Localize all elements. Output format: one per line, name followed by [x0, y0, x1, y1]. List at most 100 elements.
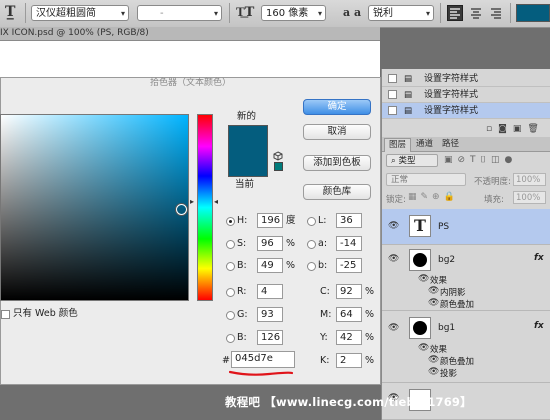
document-tab[interactable]: IX ICON.psd @ 100% (PS, RGB/8) — [0, 27, 380, 41]
eye-icon[interactable]: 👁 — [428, 298, 439, 308]
layer-filter-select[interactable]: ⌕ 类型 — [386, 154, 438, 167]
align-center-icon[interactable] — [468, 5, 484, 21]
tab-layers[interactable]: 图层 — [384, 138, 412, 152]
text-color-swatch[interactable] — [516, 4, 550, 22]
input-a[interactable]: -14 — [336, 236, 362, 251]
fx-icon[interactable]: fx — [534, 253, 544, 263]
text-layer-thumbnail-icon: T — [409, 215, 431, 237]
radio-h[interactable] — [226, 217, 235, 226]
align-right-icon[interactable] — [488, 5, 504, 21]
hue-slider-right-arrow[interactable]: ◂ — [214, 197, 218, 206]
effect-item[interactable]: 投影 — [440, 367, 457, 379]
chevron-down-icon: ▾ — [317, 9, 322, 18]
unit-b: % — [286, 260, 296, 271]
unit-h: 度 — [286, 215, 296, 226]
input-k[interactable]: 2 — [336, 353, 362, 368]
history-snapshot-checkbox[interactable] — [388, 106, 397, 115]
fx-icon[interactable]: fx — [534, 321, 544, 331]
input-blue[interactable]: 126 — [257, 330, 283, 345]
watermark: 教程吧 【www.linecg.com/tieba/1769】 — [225, 395, 472, 409]
radio-r[interactable] — [226, 288, 235, 297]
cube-icon — [273, 151, 283, 161]
history-item[interactable]: ▤ 设置字符样式 — [382, 71, 550, 87]
history-footer-icons[interactable]: ▫◙▣🗑 — [486, 124, 548, 135]
layer-filter-icons[interactable]: ▣⊘T⌷◫● — [444, 155, 544, 165]
effect-item[interactable]: 颜色叠加 — [440, 298, 474, 310]
ok-button[interactable]: 确定 — [303, 99, 371, 115]
input-h[interactable]: 196 — [257, 213, 283, 228]
input-g[interactable]: 93 — [257, 307, 283, 322]
unit-c: % — [365, 286, 375, 297]
web-only-checkbox[interactable] — [1, 310, 10, 319]
radio-s[interactable] — [226, 240, 235, 249]
eye-icon[interactable]: 👁 — [418, 274, 429, 284]
layer-row-bg1[interactable]: 👁 bg1 fx 👁 效果 👁 颜色叠加 👁 投影 — [382, 311, 550, 383]
history-item[interactable]: ▤ 设置字符样式 — [382, 87, 550, 103]
eye-icon[interactable]: 👁 — [428, 355, 439, 365]
current-color-swatch[interactable] — [229, 151, 267, 176]
hex-input[interactable]: 045d7e — [231, 351, 295, 368]
radio-a[interactable] — [307, 240, 316, 249]
font-size-select[interactable]: 160 像素 ▾ — [261, 5, 326, 21]
label-l: L: — [318, 215, 327, 226]
blend-mode-select[interactable]: 正常 — [386, 173, 466, 186]
web-safe-swatch-icon[interactable] — [274, 162, 283, 171]
lock-label: 锁定: — [386, 195, 406, 205]
tab-channels[interactable]: 通道 — [412, 138, 437, 151]
eye-icon[interactable]: 👁 — [388, 254, 399, 264]
align-left-icon[interactable] — [447, 5, 463, 21]
effect-item[interactable]: 内阴影 — [440, 286, 466, 298]
color-libraries-button[interactable]: 颜色库 — [303, 184, 371, 200]
radio-l[interactable] — [307, 217, 316, 226]
input-y[interactable]: 42 — [336, 330, 362, 345]
new-current-swatch — [228, 125, 268, 177]
effect-item[interactable]: 颜色叠加 — [440, 355, 474, 367]
label-h: H: — [237, 215, 248, 226]
layer-row-bg2[interactable]: 👁 bg2 fx 👁 效果 👁 内阴影 👁 颜色叠加 — [382, 245, 550, 311]
input-b[interactable]: 49 — [257, 258, 283, 273]
eye-icon[interactable]: 👁 — [418, 343, 429, 353]
radio-g[interactable] — [226, 311, 235, 320]
fill-input[interactable]: 100% — [513, 191, 546, 204]
history-item-selected[interactable]: ▤ 设置字符样式 — [382, 103, 550, 119]
tab-paths[interactable]: 路径 — [438, 138, 463, 151]
color-field-cursor[interactable] — [176, 204, 187, 215]
label-r: R: — [237, 286, 247, 297]
eye-icon[interactable]: 👁 — [388, 323, 399, 333]
opacity-input[interactable]: 100% — [513, 173, 546, 186]
eye-icon[interactable]: 👁 — [428, 367, 439, 377]
color-picker-dialog: 拾色器（文本颜色） ▸ ◂ 新的 当前 确定 取消 添加到色板 颜色库 H: 1… — [0, 77, 381, 385]
layer-name: bg2 — [438, 255, 456, 265]
history-list: ▤ 设置字符样式 ▤ 设置字符样式 ▤ 设置字符样式 — [382, 69, 550, 119]
radio-blue[interactable] — [226, 334, 235, 343]
input-lab-b[interactable]: -25 — [336, 258, 362, 273]
lock-icons[interactable]: ▦✎⊕🔒 — [408, 192, 459, 202]
eye-icon[interactable]: 👁 — [428, 286, 439, 296]
history-snapshot-checkbox[interactable] — [388, 74, 397, 83]
new-color-swatch — [229, 126, 267, 151]
anti-alias-select[interactable]: 锐利 ▾ — [368, 5, 434, 21]
hue-slider-left-arrow[interactable]: ▸ — [190, 197, 194, 206]
shape-layer-thumbnail-icon — [409, 317, 431, 339]
cancel-button[interactable]: 取消 — [303, 124, 371, 140]
input-c[interactable]: 92 — [336, 284, 362, 299]
font-style-select[interactable]: - ▾ — [137, 5, 222, 21]
add-to-swatches-button[interactable]: 添加到色板 — [303, 155, 371, 171]
text-tool-icon[interactable]: T̲ — [5, 4, 15, 20]
canvas-area[interactable] — [0, 41, 380, 77]
effects-label: 效果 — [430, 345, 448, 355]
radio-lab-b[interactable] — [307, 262, 316, 271]
label-blue: B: — [237, 332, 247, 343]
chevron-down-icon: ▾ — [213, 9, 218, 18]
color-field[interactable] — [0, 114, 189, 301]
radio-b[interactable] — [226, 262, 235, 271]
input-r[interactable]: 4 — [257, 284, 283, 299]
input-s[interactable]: 96 — [257, 236, 283, 251]
hue-slider[interactable] — [197, 114, 213, 301]
input-l[interactable]: 36 — [336, 213, 362, 228]
input-m[interactable]: 64 — [336, 307, 362, 322]
font-family-select[interactable]: 汉仪超粗圆简 ▾ — [31, 5, 129, 21]
layer-row-ps[interactable]: 👁 T PS — [382, 209, 550, 245]
eye-icon[interactable]: 👁 — [388, 221, 399, 231]
history-snapshot-checkbox[interactable] — [388, 90, 397, 99]
